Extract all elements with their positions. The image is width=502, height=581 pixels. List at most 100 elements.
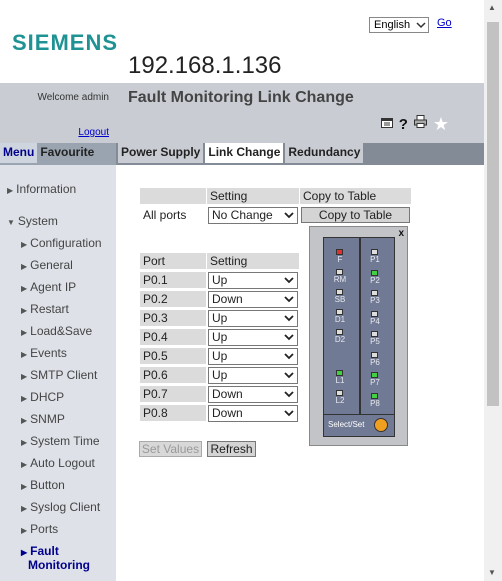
chevron-down-icon — [284, 353, 294, 360]
led-label: D1 — [334, 315, 346, 324]
go-link[interactable]: Go — [437, 17, 452, 29]
port-setting-select[interactable]: Up — [208, 310, 298, 327]
led-label: P7 — [370, 378, 380, 387]
port-label: P0.3 — [140, 310, 206, 326]
led-panel: Select/Set F RM SB D1 D2 L1 L2 P1 P2 P3 P4 P5 P6 P7 P8 — [323, 237, 395, 437]
port-label: P0.6 — [140, 367, 206, 383]
port-setting-value: Up — [212, 349, 228, 363]
refresh-button[interactable]: Refresh — [207, 441, 256, 457]
page-tabs: Power Supply Link Change Redundancy — [116, 143, 484, 165]
all-ports-label: All ports — [140, 207, 206, 223]
select-set-button[interactable] — [374, 418, 388, 432]
port-label: P0.5 — [140, 348, 206, 364]
chevron-right-icon: ▶ — [21, 482, 28, 491]
device-ip: 192.168.1.136 — [128, 52, 282, 79]
port-setting-select[interactable]: Up — [208, 329, 298, 346]
tab-link-change[interactable]: Link Change — [205, 143, 284, 163]
port-setting-select[interactable]: Down — [208, 386, 298, 403]
tab-redundancy[interactable]: Redundancy — [285, 143, 364, 163]
port-setting-select[interactable]: Up — [208, 367, 298, 384]
port-setting-select[interactable]: Down — [208, 405, 298, 422]
chevron-down-icon — [284, 391, 294, 398]
sidebar-item-auto-logout[interactable]: ▶ Auto Logout — [21, 456, 95, 470]
led-label: P3 — [370, 296, 380, 305]
scrollbar-thumb[interactable] — [487, 22, 499, 406]
chevron-right-icon: ▶ — [21, 394, 28, 403]
port-setting-value: Down — [212, 292, 243, 306]
sidebar-item-configuration[interactable]: ▶ Configuration — [21, 236, 102, 250]
chevron-right-icon: ▶ — [21, 240, 28, 249]
port-setting-value: Up — [212, 330, 228, 344]
sidebar-item-dhcp[interactable]: ▶ DHCP — [21, 390, 64, 404]
chevron-right-icon: ▶ — [7, 186, 14, 195]
led-label: P4 — [370, 316, 380, 326]
panel-bottom: Select/Set — [324, 414, 394, 436]
led-label: D2 — [334, 335, 346, 344]
welcome-text: Welcome admin — [37, 92, 109, 103]
chevron-right-icon: ▶ — [21, 372, 28, 381]
logout-link[interactable]: Logout — [78, 127, 109, 138]
title-bar: Fault Monitoring Link Change ? ★ — [116, 83, 484, 143]
port-setting-select[interactable]: Up — [208, 272, 298, 289]
copy-to-table-button[interactable]: Copy to Table — [301, 207, 410, 223]
sidebar-item-system-time[interactable]: ▶ System Time — [21, 434, 100, 448]
tab-power-supply[interactable]: Power Supply — [118, 143, 204, 163]
port-label: P0.2 — [140, 291, 206, 307]
chevron-right-icon: ▶ — [21, 350, 28, 359]
sidebar-item-fault-monitoring[interactable]: ▶ Fault Monitoring — [21, 544, 90, 572]
sidebar-item-general[interactable]: ▶ General — [21, 258, 73, 272]
set-values-button[interactable]: Set Values — [139, 441, 202, 457]
close-icon[interactable]: x — [398, 228, 404, 239]
sidebar-item-system[interactable]: ▼ System — [7, 214, 58, 228]
chevron-down-icon — [284, 277, 294, 284]
chevron-down-icon — [284, 212, 294, 219]
scrollbar[interactable]: ▲ ▼ — [484, 0, 502, 581]
sidebar-item-smtp-client[interactable]: ▶ SMTP Client — [21, 368, 97, 382]
sidebar-item-snmp[interactable]: ▶ SNMP — [21, 412, 65, 426]
sidebar-item-ports[interactable]: ▶ Ports — [21, 522, 58, 536]
print-icon[interactable] — [413, 115, 427, 133]
star-icon[interactable]: ★ — [433, 115, 449, 133]
chevron-right-icon: ▶ — [21, 526, 28, 535]
sidebar-item-events[interactable]: ▶ Events — [21, 346, 67, 360]
siemens-logo: SIEMENS — [12, 30, 119, 55]
scroll-up-icon[interactable]: ▲ — [488, 3, 496, 12]
sidebar-item-load-save[interactable]: ▶ Load&Save — [21, 324, 92, 338]
port-label: P0.1 — [140, 272, 206, 288]
port-setting-select[interactable]: Up — [208, 348, 298, 365]
chevron-right-icon: ▶ — [21, 262, 28, 271]
led-label: P5 — [370, 337, 380, 346]
language-select-value: English — [374, 19, 411, 31]
chevron-down-icon: ▼ — [7, 218, 15, 227]
chevron-right-icon: ▶ — [21, 328, 28, 337]
scroll-down-icon[interactable]: ▼ — [488, 568, 496, 577]
sidebar: ▶ Information ▼ System ▶ Configuration ▶ Gen… — [0, 165, 116, 581]
led-label: P1 — [370, 255, 380, 264]
tab-menu[interactable]: Menu — [0, 143, 38, 163]
chevron-down-icon — [284, 315, 294, 322]
port-setting-select[interactable]: Down — [208, 291, 298, 308]
menu-tabs: Menu Favourite — [0, 143, 116, 165]
led-label: SB — [334, 295, 346, 304]
all-ports-setting-select[interactable]: No Change — [208, 207, 298, 224]
tab-favourite[interactable]: Favourite — [37, 143, 97, 163]
port-setting-value: Up — [212, 368, 228, 382]
led-label: RM — [333, 275, 347, 284]
all-ports-header-copy: Copy to Table — [300, 188, 411, 204]
chevron-right-icon: ▶ — [21, 416, 28, 425]
chevron-right-icon: ▶ — [21, 504, 28, 513]
help-icon[interactable]: ? — [399, 116, 408, 133]
sidebar-item-restart[interactable]: ▶ Restart — [21, 302, 69, 316]
chevron-down-icon — [416, 22, 426, 29]
sidebar-item-syslog-client[interactable]: ▶ Syslog Client — [21, 500, 100, 514]
chevron-down-icon — [284, 372, 294, 379]
select-set-label: Select/Set — [328, 420, 365, 429]
sidebar-item-information[interactable]: ▶ Information — [7, 182, 76, 196]
language-select[interactable]: English — [369, 17, 429, 33]
calendar-icon[interactable] — [380, 115, 393, 133]
port-table-header-setting: Setting — [207, 253, 299, 269]
sidebar-item-agent-ip[interactable]: ▶ Agent IP — [21, 280, 76, 294]
sidebar-item-button[interactable]: ▶ Button — [21, 478, 65, 492]
chevron-right-icon: ▶ — [21, 438, 28, 447]
chevron-down-icon — [284, 296, 294, 303]
